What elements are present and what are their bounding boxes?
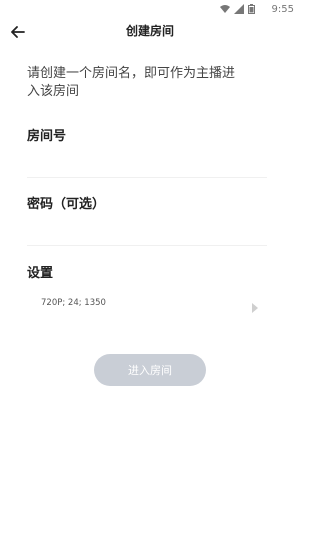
password-label: 密码（可选） xyxy=(27,197,106,212)
top-bar: 创建房间 xyxy=(0,20,300,46)
settings-row[interactable]: 720P; 24; 1350 xyxy=(27,293,259,313)
wifi-icon xyxy=(219,4,230,14)
settings-label: 设置 xyxy=(27,266,54,281)
room-number-label: 房间号 xyxy=(27,129,67,144)
signal-icon xyxy=(233,4,244,14)
status-bar: 9:55 xyxy=(0,0,300,18)
room-number-input[interactable] xyxy=(27,147,267,178)
page-title: 创建房间 xyxy=(125,24,174,38)
enter-room-button[interactable]: 进入房间 xyxy=(94,354,206,386)
settings-value: 720P; 24; 1350 xyxy=(41,298,106,308)
password-input[interactable] xyxy=(27,215,267,246)
status-time: 9:55 xyxy=(271,3,294,15)
battery-icon xyxy=(247,4,258,14)
description-text: 请创建一个房间名，即可作为主播进入该房间 xyxy=(27,66,236,99)
status-icons xyxy=(219,4,258,14)
chevron-right-icon xyxy=(251,298,259,313)
